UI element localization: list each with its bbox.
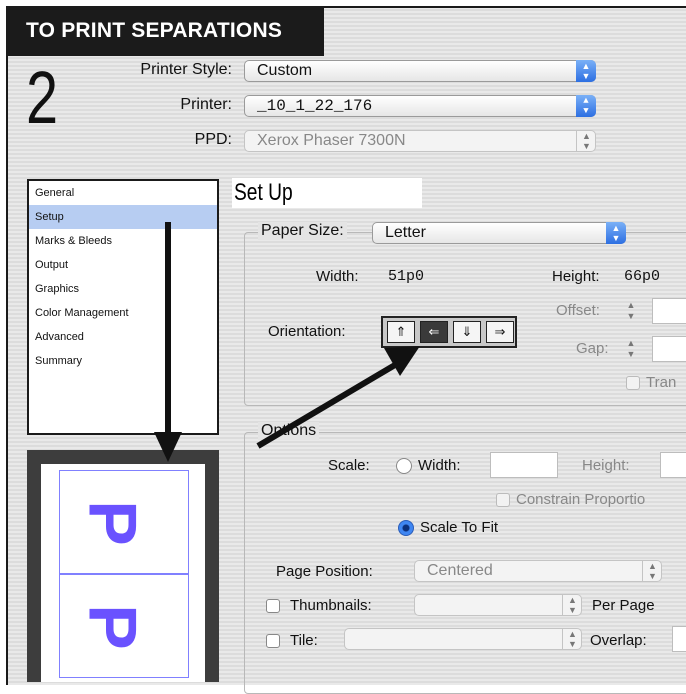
tile-popup[interactable]: ▲ ▼ xyxy=(344,628,582,650)
orientation-control: ⇑ ⇐ ⇓ ⇒ xyxy=(381,316,517,348)
height-value: 66p0 xyxy=(624,268,661,285)
ppd-popup: Xerox Phaser 7300N ▲ ▼ xyxy=(244,130,596,152)
sidebar-item-color-management[interactable]: Color Management xyxy=(29,301,217,325)
ppd-label: PPD: xyxy=(194,131,232,148)
thumbnails-popup[interactable]: ▲ ▼ xyxy=(414,594,582,616)
printer-popup[interactable]: _10_1_22_176 ▲ ▼ xyxy=(244,95,596,117)
gap-stepper-icon[interactable]: ▲ ▼ xyxy=(624,338,638,360)
popup-arrows-icon: ▲ ▼ xyxy=(606,222,626,244)
printer-style-label: Printer Style: xyxy=(140,61,232,78)
paper-size-popup[interactable]: Letter ▲ ▼ xyxy=(372,222,626,244)
width-value: 51p0 xyxy=(388,268,425,285)
orientation-label: Orientation: xyxy=(268,323,346,340)
sidebar-item-graphics[interactable]: Graphics xyxy=(29,277,217,301)
constrain-proportions-label: Constrain Proportio xyxy=(516,491,646,508)
page-position-label: Page Position: xyxy=(276,563,373,580)
popup-arrows-icon: ▲ ▼ xyxy=(576,95,596,117)
preview-page-bottom: P xyxy=(59,574,189,678)
step-number: 2 xyxy=(26,56,59,139)
paper-size-value: Letter xyxy=(385,224,426,241)
sidebar-item-marks-bleeds[interactable]: Marks & Bleeds xyxy=(29,229,217,253)
tile-checkbox[interactable] xyxy=(266,634,280,648)
overlap-label: Overlap: xyxy=(590,632,647,649)
popup-arrows-icon: ▲ ▼ xyxy=(562,594,582,616)
orientation-reverse-landscape-button[interactable]: ⇒ xyxy=(486,321,514,343)
offset-stepper-icon[interactable]: ▲ ▼ xyxy=(624,300,638,322)
popup-arrows-icon: ▲ ▼ xyxy=(642,560,662,582)
scale-width-field[interactable] xyxy=(490,452,558,478)
orientation-reverse-portrait-button[interactable]: ⇓ xyxy=(453,321,481,343)
popup-arrows-icon: ▲ ▼ xyxy=(562,628,582,650)
printer-label: Printer: xyxy=(180,96,232,113)
printer-value: _10_1_22_176 xyxy=(257,97,373,115)
scale-height-field[interactable] xyxy=(660,452,686,478)
scale-width-radio[interactable] xyxy=(396,458,412,474)
reverse-landscape-icon: ⇒ xyxy=(494,324,506,339)
landscape-icon: ⇐ xyxy=(428,324,440,339)
thumbnails-checkbox[interactable] xyxy=(266,599,280,613)
tile-label: Tile: xyxy=(290,632,318,649)
offset-field[interactable] xyxy=(652,298,686,324)
scale-to-fit-label: Scale To Fit xyxy=(420,519,499,536)
popup-arrows-icon: ▲ ▼ xyxy=(576,60,596,82)
printer-style-value: Custom xyxy=(257,62,313,79)
transverse-checkbox[interactable] xyxy=(626,376,640,390)
thumbnails-label: Thumbnails: xyxy=(290,597,372,614)
gap-field[interactable] xyxy=(652,336,686,362)
page-position-value: Centered xyxy=(427,562,493,579)
constrain-proportions-checkbox[interactable] xyxy=(496,493,510,507)
popup-arrows-icon: ▲ ▼ xyxy=(576,130,596,152)
orientation-landscape-button[interactable]: ⇐ xyxy=(420,321,448,343)
orientation-portrait-button[interactable]: ⇑ xyxy=(387,321,415,343)
scale-height-label: Height: xyxy=(582,457,630,474)
per-page-label: Per Page xyxy=(592,597,655,614)
preview-letter: P xyxy=(74,500,151,546)
sidebar-item-general[interactable]: General xyxy=(29,181,217,205)
reverse-portrait-icon: ⇓ xyxy=(461,324,473,339)
preview-letter: P xyxy=(74,604,151,650)
page-position-popup[interactable]: Centered ▲ ▼ xyxy=(414,560,662,582)
ppd-value: Xerox Phaser 7300N xyxy=(257,132,406,149)
scale-to-fit-radio[interactable] xyxy=(398,520,414,536)
sidebar-item-summary[interactable]: Summary xyxy=(29,349,217,373)
offset-label: Offset: xyxy=(556,302,600,319)
preview-paper: P P xyxy=(41,464,205,682)
options-title: Options xyxy=(258,422,320,440)
overlap-field[interactable] xyxy=(672,626,686,652)
paper-size-label: Paper Size: xyxy=(258,222,347,240)
sidebar-item-advanced[interactable]: Advanced xyxy=(29,325,217,349)
preview-page-top: P xyxy=(59,470,189,574)
transverse-label: Tran xyxy=(646,374,677,391)
section-title: Set Up xyxy=(232,178,422,208)
sidebar-item-setup[interactable]: Setup xyxy=(29,205,217,229)
height-label: Height: xyxy=(552,268,600,285)
printer-style-popup[interactable]: Custom ▲ ▼ xyxy=(244,60,596,82)
scale-label: Scale: xyxy=(328,457,370,474)
scale-width-label: Width: xyxy=(418,457,461,474)
width-label: Width: xyxy=(316,268,359,285)
portrait-icon: ⇑ xyxy=(395,324,407,339)
sidebar-item-output[interactable]: Output xyxy=(29,253,217,277)
category-list: General Setup Marks & Bleeds Output Grap… xyxy=(27,179,219,435)
page-preview: P P xyxy=(27,450,219,682)
gap-label: Gap: xyxy=(576,340,609,357)
instruction-banner: TO PRINT SEPARATIONS xyxy=(6,6,324,56)
